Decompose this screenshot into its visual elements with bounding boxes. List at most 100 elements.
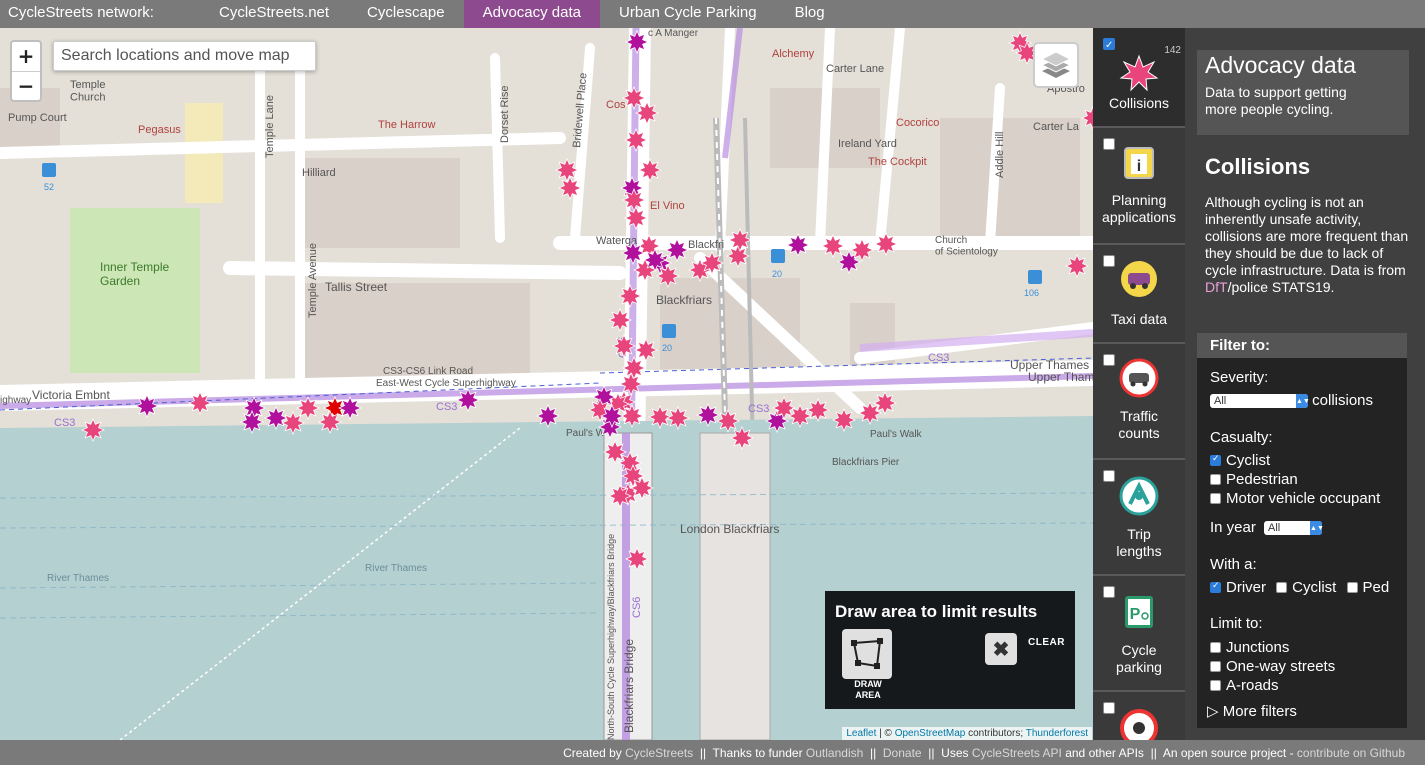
- layer-planning-checkbox[interactable]: [1103, 138, 1115, 150]
- collision-marker[interactable]: [785, 232, 811, 258]
- layer-collisions-checkbox[interactable]: [1103, 37, 1115, 54]
- collision-marker[interactable]: [857, 400, 883, 426]
- collision-marker[interactable]: [872, 390, 898, 416]
- more-filters-toggle[interactable]: ▷ More filters: [1207, 702, 1297, 720]
- outlandish-link[interactable]: Outlandish: [806, 746, 863, 760]
- nav-cyclescape[interactable]: Cyclescape: [348, 0, 464, 28]
- layer-traffic-checkbox[interactable]: [1103, 354, 1115, 366]
- collision-marker[interactable]: [602, 439, 628, 465]
- collision-marker[interactable]: [624, 546, 650, 572]
- collision-marker[interactable]: [607, 483, 633, 509]
- collision-marker[interactable]: [647, 404, 673, 430]
- collision-marker[interactable]: [620, 240, 646, 266]
- collision-marker[interactable]: [873, 231, 899, 257]
- clear-button[interactable]: ✖: [985, 633, 1017, 665]
- collision-marker[interactable]: [621, 355, 647, 381]
- collision-marker[interactable]: [263, 405, 289, 431]
- casualty-pedestrian-row[interactable]: Pedestrian: [1210, 471, 1298, 488]
- collision-marker[interactable]: [831, 407, 857, 433]
- limit-aroads-row[interactable]: A-roads: [1210, 677, 1279, 694]
- collision-marker[interactable]: [621, 85, 647, 111]
- collision-marker[interactable]: [1064, 253, 1090, 279]
- casualty-motor-checkbox[interactable]: [1210, 493, 1221, 504]
- layer-traffic[interactable]: Traffic counts: [1093, 344, 1185, 460]
- github-link[interactable]: contribute on Github: [1297, 746, 1405, 760]
- layer-taxi[interactable]: Taxi data: [1093, 245, 1185, 344]
- collision-marker[interactable]: [787, 403, 813, 429]
- limit-junctions-row[interactable]: Junctions: [1210, 639, 1289, 656]
- layer-planning[interactable]: i Planning applications: [1093, 128, 1185, 245]
- casualty-motor-row[interactable]: Motor vehicle occupant: [1210, 490, 1380, 507]
- collision-marker[interactable]: [621, 187, 647, 213]
- collision-marker[interactable]: [611, 333, 637, 359]
- year-select[interactable]: All ▲▼: [1264, 521, 1324, 535]
- zoom-in-button[interactable]: +: [12, 42, 40, 71]
- collision-marker[interactable]: [187, 390, 213, 416]
- cyclestreets-api-link[interactable]: CycleStreets API: [972, 746, 1062, 760]
- collision-marker[interactable]: [727, 227, 753, 253]
- collision-marker[interactable]: [554, 157, 580, 183]
- collision-marker[interactable]: [664, 237, 690, 263]
- limit-junctions-checkbox[interactable]: [1210, 642, 1221, 653]
- collision-marker[interactable]: [729, 425, 755, 451]
- search-input[interactable]: Search locations and move map: [53, 41, 316, 71]
- collision-marker[interactable]: [455, 387, 481, 413]
- cyclestreets-link[interactable]: CycleStreets: [625, 746, 693, 760]
- collision-marker[interactable]: [629, 475, 655, 501]
- nav-urban-cycle-parking[interactable]: Urban Cycle Parking: [600, 0, 776, 28]
- nav-blog[interactable]: Blog: [776, 0, 844, 28]
- leaflet-link[interactable]: Leaflet: [846, 728, 876, 739]
- limit-aroads-checkbox[interactable]: [1210, 680, 1221, 691]
- collision-marker[interactable]: [624, 29, 650, 55]
- collision-marker[interactable]: [715, 408, 741, 434]
- casualty-cyclist-row[interactable]: Cyclist: [1210, 452, 1270, 469]
- collision-marker[interactable]: [633, 337, 659, 363]
- nav-advocacy-data[interactable]: Advocacy data: [463, 0, 600, 28]
- with-driver-checkbox[interactable]: [1210, 580, 1221, 593]
- collision-marker[interactable]: [805, 397, 831, 423]
- with-cyclist-checkbox[interactable]: [1276, 582, 1288, 593]
- layer-collisions[interactable]: 142 Collisions: [1093, 28, 1185, 128]
- layer-cycle-parking-checkbox[interactable]: [1103, 586, 1115, 598]
- thunderforest-link[interactable]: Thunderforest: [1026, 728, 1088, 739]
- donate-link[interactable]: Donate: [883, 746, 922, 760]
- collision-marker[interactable]: [695, 402, 721, 428]
- collision-marker[interactable]: [607, 307, 633, 333]
- collision-marker[interactable]: [80, 417, 106, 443]
- collision-marker[interactable]: [634, 100, 660, 126]
- collision-marker[interactable]: [725, 243, 751, 269]
- collision-marker[interactable]: [637, 157, 663, 183]
- severity-select[interactable]: All ▲▼: [1210, 394, 1310, 408]
- limit-oneway-checkbox[interactable]: [1210, 661, 1221, 672]
- layer-cycle-parking[interactable]: P Cycle parking: [1093, 576, 1185, 692]
- limit-oneway-row[interactable]: One-way streets: [1210, 658, 1335, 675]
- collision-marker[interactable]: [849, 237, 875, 263]
- draw-area-button[interactable]: [842, 629, 892, 679]
- layer-taxi-checkbox[interactable]: [1103, 255, 1115, 267]
- layer-next[interactable]: [1093, 692, 1185, 740]
- layer-trip-lengths[interactable]: Trip lengths: [1093, 460, 1185, 576]
- osm-link[interactable]: OpenStreetMap: [895, 728, 966, 739]
- casualty-pedestrian-checkbox[interactable]: [1210, 474, 1221, 485]
- collision-marker[interactable]: [655, 263, 681, 289]
- collision-marker[interactable]: [617, 283, 643, 309]
- map[interactable]: Pump Court Temple Church Pegasus Temple L…: [0, 28, 1093, 740]
- layer-trip-lengths-checkbox[interactable]: [1103, 470, 1115, 482]
- collision-marker[interactable]: [239, 409, 265, 435]
- collision-marker[interactable]: [134, 393, 160, 419]
- collision-marker[interactable]: [337, 395, 363, 421]
- collision-marker[interactable]: [295, 395, 321, 421]
- collision-marker[interactable]: [557, 175, 583, 201]
- dft-link[interactable]: DfT: [1205, 279, 1228, 295]
- collision-marker[interactable]: [317, 409, 343, 435]
- zoom-out-button[interactable]: −: [12, 71, 40, 100]
- casualty-cyclist-checkbox[interactable]: [1210, 453, 1221, 466]
- collision-marker[interactable]: [535, 403, 561, 429]
- nav-cyclestreets[interactable]: CycleStreets.net: [200, 0, 348, 28]
- collision-marker[interactable]: [599, 403, 625, 429]
- map-layers-button[interactable]: [1033, 42, 1079, 88]
- with-ped-checkbox[interactable]: [1346, 582, 1358, 593]
- collision-marker[interactable]: [623, 127, 649, 153]
- collision-marker[interactable]: [623, 205, 649, 231]
- collision-marker[interactable]: [699, 250, 725, 276]
